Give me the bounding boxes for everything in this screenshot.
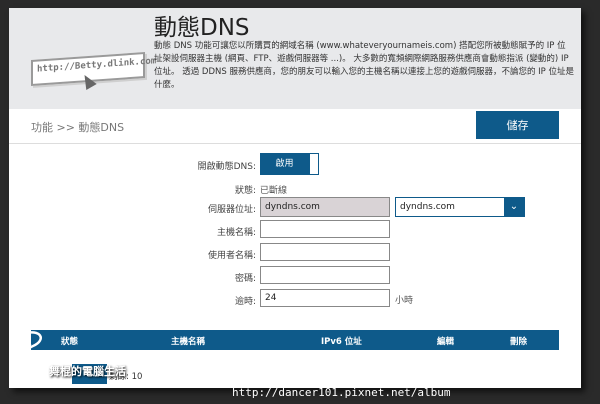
page-header: http://Betty.dlink.com 動態DNS 動態 DNS 功能可讓… bbox=[9, 8, 581, 109]
enable-ddns-label: 開啟動態DNS: bbox=[197, 162, 256, 172]
username-input[interactable] bbox=[260, 243, 390, 261]
server-address-select[interactable]: dyndns.com ⌄ bbox=[395, 197, 525, 217]
col-edit: 編輯 bbox=[437, 337, 455, 347]
status-value: 已斷線 bbox=[260, 186, 288, 196]
col-host-name: 主機名稱 bbox=[171, 337, 206, 347]
server-address-label: 伺服器位址: bbox=[207, 205, 256, 215]
chevron-down-icon[interactable]: ⌄ bbox=[504, 198, 524, 216]
col-delete: 刪除 bbox=[510, 337, 528, 347]
breadcrumb-bar: 功能 >> 動態DNS 儲存 bbox=[9, 109, 581, 144]
toggle-knob[interactable] bbox=[309, 153, 319, 175]
col-status: 狀態 bbox=[61, 337, 79, 347]
timeout-unit: 小時 bbox=[395, 296, 414, 306]
watermark-swirl-icon bbox=[20, 331, 43, 372]
status-label: 狀態: bbox=[234, 186, 256, 196]
router-config-window: http://Betty.dlink.com 動態DNS 動態 DNS 功能可讓… bbox=[9, 8, 581, 388]
watermark-url: http://dancer101.pixnet.net/album bbox=[232, 386, 451, 399]
password-label: 密碼: bbox=[234, 274, 256, 284]
username-label: 使用者名稱: bbox=[207, 251, 256, 261]
password-input[interactable] bbox=[260, 266, 390, 284]
page-title: 動態DNS bbox=[154, 15, 250, 41]
col-ipv6-address: IPv6 位址 bbox=[321, 337, 362, 347]
timeout-label: 逾時: bbox=[234, 297, 256, 307]
enable-ddns-toggle[interactable]: 啟用 bbox=[260, 153, 309, 175]
illustration-url-text: http://Betty.dlink.com bbox=[37, 56, 157, 75]
breadcrumb: 功能 >> 動態DNS bbox=[31, 121, 125, 134]
host-name-label: 主機名稱: bbox=[216, 228, 256, 238]
timeout-input[interactable]: 24 bbox=[260, 289, 390, 307]
page-description: 動態 DNS 功能可讓您以所購買的網域名稱 (www.whateveryourn… bbox=[154, 41, 574, 90]
server-select-value: dyndns.com bbox=[400, 202, 455, 212]
server-address-input[interactable]: dyndns.com bbox=[260, 197, 390, 217]
watermark-logo-text: 舞棍的電腦生活 bbox=[49, 365, 126, 378]
host-name-input[interactable] bbox=[260, 220, 390, 238]
save-button[interactable]: 儲存 bbox=[476, 111, 559, 139]
ddns-table-header: 狀態 主機名稱 IPv6 位址 編輯 刪除 bbox=[31, 330, 559, 350]
